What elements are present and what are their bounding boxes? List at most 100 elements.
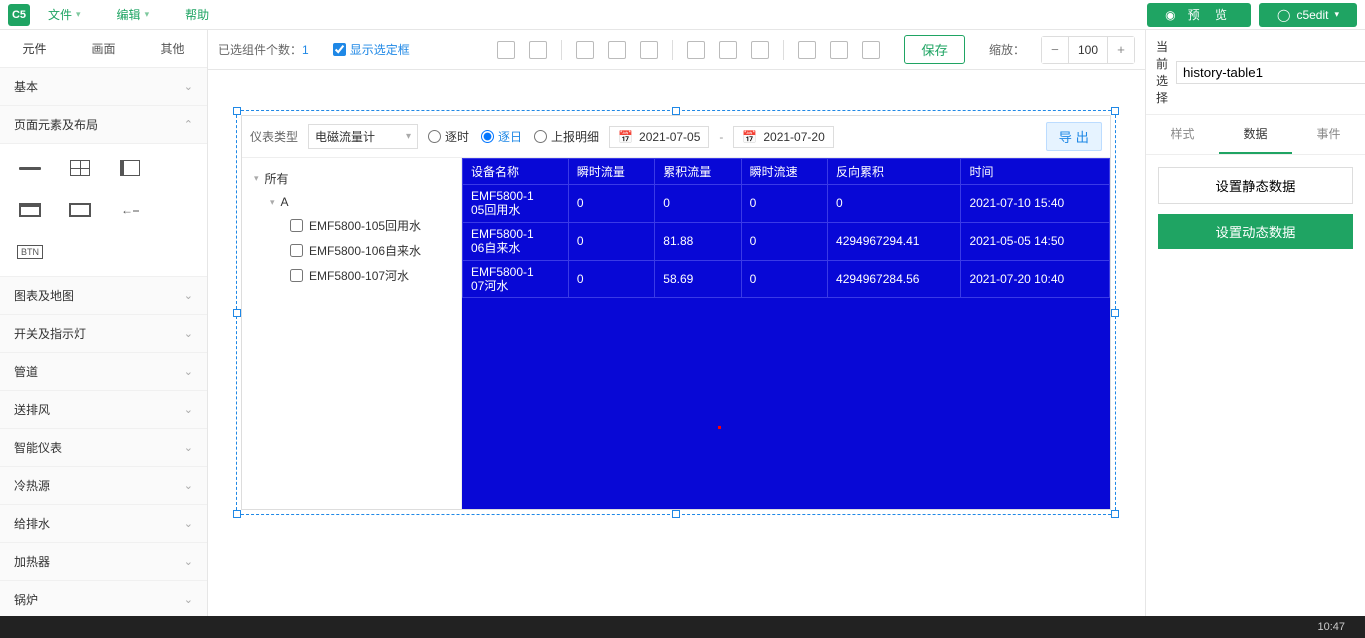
tab-screens[interactable]: 画面 <box>69 30 138 67</box>
component-palette: 元件 画面 其他 基本⌄ 页面元素及布局⌃ ←⎯ BTN 图表及地图⌄ 开关及指… <box>0 30 208 638</box>
tree-leaf[interactable]: EMF5800-105回用水 <box>246 213 457 238</box>
ungroup-icon[interactable] <box>529 41 547 59</box>
tab-style[interactable]: 样式 <box>1146 115 1219 154</box>
preview-button[interactable]: ◉预 览 <box>1147 3 1251 27</box>
category-layout[interactable]: 页面元素及布局⌃ <box>0 106 207 144</box>
tab-event[interactable]: 事件 <box>1292 115 1365 154</box>
resize-handle[interactable] <box>233 309 241 317</box>
menu-file[interactable]: 文件▾ <box>30 6 99 23</box>
grid-icon[interactable] <box>64 156 96 180</box>
menu-edit[interactable]: 编辑▾ <box>99 6 168 23</box>
rect-icon[interactable] <box>64 198 96 222</box>
tree-node-a[interactable]: ▾A <box>246 191 457 213</box>
triangle-down-icon: ▾ <box>270 197 275 208</box>
meter-type-select[interactable]: 电磁流量计▾ <box>308 124 418 149</box>
chevron-down-icon: ⌄ <box>184 555 193 568</box>
date-separator: - <box>719 130 723 144</box>
tab-data[interactable]: 数据 <box>1219 115 1292 154</box>
category-exhaust[interactable]: 送排风⌄ <box>0 391 207 429</box>
tree-leaf[interactable]: EMF5800-107河水 <box>246 263 457 288</box>
indent-icon[interactable]: ←⎯ <box>114 198 146 222</box>
set-dynamic-data-button[interactable]: 设置动态数据 <box>1158 214 1353 249</box>
category-boiler[interactable]: 锅炉⌄ <box>0 581 207 619</box>
dist-h-icon[interactable] <box>798 41 816 59</box>
properties-panel: 当前选择 样式 数据 事件 设置静态数据 设置动态数据 <box>1145 30 1365 638</box>
category-meter[interactable]: 智能仪表⌄ <box>0 429 207 467</box>
chevron-down-icon: ⌄ <box>184 327 193 340</box>
device-tree: ▾所有 ▾A EMF5800-105回用水 EMF5800-106自来水 EMF… <box>242 158 462 509</box>
zoom-out-button[interactable]: − <box>1042 37 1068 63</box>
date-from-input[interactable]: 📅2021-07-05 <box>609 126 709 148</box>
tree-leaf[interactable]: EMF5800-106自来水 <box>246 238 457 263</box>
radio-hour[interactable]: 逐时 <box>428 128 469 145</box>
dist-v-icon[interactable] <box>830 41 848 59</box>
table-row[interactable]: EMF5800-105回用水00002021-07-10 15:40 <box>463 185 1110 223</box>
table-cell: 0 <box>655 185 741 223</box>
cursor-dot <box>718 426 721 429</box>
category-switch[interactable]: 开关及指示灯⌄ <box>0 315 207 353</box>
tree-node-all[interactable]: ▾所有 <box>246 166 457 191</box>
tab-other[interactable]: 其他 <box>138 30 207 67</box>
form-icon[interactable] <box>14 198 46 222</box>
chevron-down-icon: ⌄ <box>184 593 193 606</box>
category-water[interactable]: 给排水⌄ <box>0 505 207 543</box>
save-button[interactable]: 保存 <box>904 35 965 64</box>
selection-frame[interactable]: 仪表类型 电磁流量计▾ 逐时 逐日 上报明细 📅2021-07-05 - 📅20… <box>236 110 1116 515</box>
table-row[interactable]: EMF5800-107河水058.6904294967284.562021-07… <box>463 260 1110 298</box>
current-selection-input[interactable] <box>1176 61 1365 84</box>
set-static-data-button[interactable]: 设置静态数据 <box>1158 167 1353 204</box>
resize-handle[interactable] <box>1111 309 1119 317</box>
table-row[interactable]: EMF5800-106自来水081.8804294967294.412021-0… <box>463 222 1110 260</box>
user-button[interactable]: ◯c5edit▾ <box>1259 3 1357 27</box>
data-table-area: 设备名称瞬时流量累积流量瞬时流速反向累积时间 EMF5800-105回用水000… <box>462 158 1110 509</box>
table-header: 时间 <box>961 159 1110 185</box>
list-icon[interactable] <box>114 156 146 180</box>
export-button[interactable]: 导 出 <box>1046 122 1102 151</box>
current-selection: 当前选择 <box>1146 30 1365 115</box>
meter-type-label: 仪表类型 <box>250 128 298 145</box>
layout-icons: ←⎯ BTN <box>0 144 207 277</box>
data-table: 设备名称瞬时流量累积流量瞬时流速反向累积时间 EMF5800-105回用水000… <box>462 158 1110 298</box>
resize-handle[interactable] <box>1111 510 1119 518</box>
calendar-icon: 📅 <box>618 130 633 144</box>
group-icon[interactable] <box>497 41 515 59</box>
align-right-icon[interactable] <box>640 41 658 59</box>
chevron-down-icon: ⌄ <box>184 479 193 492</box>
category-pipe[interactable]: 管道⌄ <box>0 353 207 391</box>
editor-canvas[interactable]: 仪表类型 电磁流量计▾ 逐时 逐日 上报明细 📅2021-07-05 - 📅20… <box>208 70 1145 638</box>
clock: 10:47 <box>1317 621 1345 633</box>
resize-handle[interactable] <box>233 510 241 518</box>
line-icon[interactable] <box>14 156 46 180</box>
align-top-icon[interactable] <box>687 41 705 59</box>
radio-detail[interactable]: 上报明细 <box>534 128 599 145</box>
category-heater[interactable]: 加热器⌄ <box>0 543 207 581</box>
tab-components[interactable]: 元件 <box>0 30 69 67</box>
align-center-icon[interactable] <box>608 41 626 59</box>
align-middle-icon[interactable] <box>719 41 737 59</box>
table-cell: 4294967284.56 <box>828 260 961 298</box>
table-header: 瞬时流速 <box>741 159 827 185</box>
show-frame-checkbox[interactable]: 显示选定框 <box>333 41 410 58</box>
resize-handle[interactable] <box>233 107 241 115</box>
chevron-down-icon: ⌄ <box>184 517 193 530</box>
zoom-in-button[interactable]: + <box>1108 37 1134 63</box>
table-cell: EMF5800-105回用水 <box>463 185 569 223</box>
radio-day[interactable]: 逐日 <box>481 128 522 145</box>
category-coldheat[interactable]: 冷热源⌄ <box>0 467 207 505</box>
table-cell: EMF5800-106自来水 <box>463 222 569 260</box>
button-icon[interactable]: BTN <box>14 240 46 264</box>
chevron-down-icon: ⌄ <box>184 403 193 416</box>
category-basic[interactable]: 基本⌄ <box>0 68 207 106</box>
date-to-input[interactable]: 📅2021-07-20 <box>733 126 833 148</box>
resize-handle[interactable] <box>672 510 680 518</box>
category-chartmap[interactable]: 图表及地图⌄ <box>0 277 207 315</box>
align-bottom-icon[interactable] <box>751 41 769 59</box>
history-table-widget: 仪表类型 电磁流量计▾ 逐时 逐日 上报明细 📅2021-07-05 - 📅20… <box>241 115 1111 510</box>
same-size-icon[interactable] <box>862 41 880 59</box>
resize-handle[interactable] <box>1111 107 1119 115</box>
table-cell: 4294967294.41 <box>828 222 961 260</box>
table-cell: 2021-07-10 15:40 <box>961 185 1110 223</box>
menu-help[interactable]: 帮助 <box>167 6 227 23</box>
resize-handle[interactable] <box>672 107 680 115</box>
align-left-icon[interactable] <box>576 41 594 59</box>
